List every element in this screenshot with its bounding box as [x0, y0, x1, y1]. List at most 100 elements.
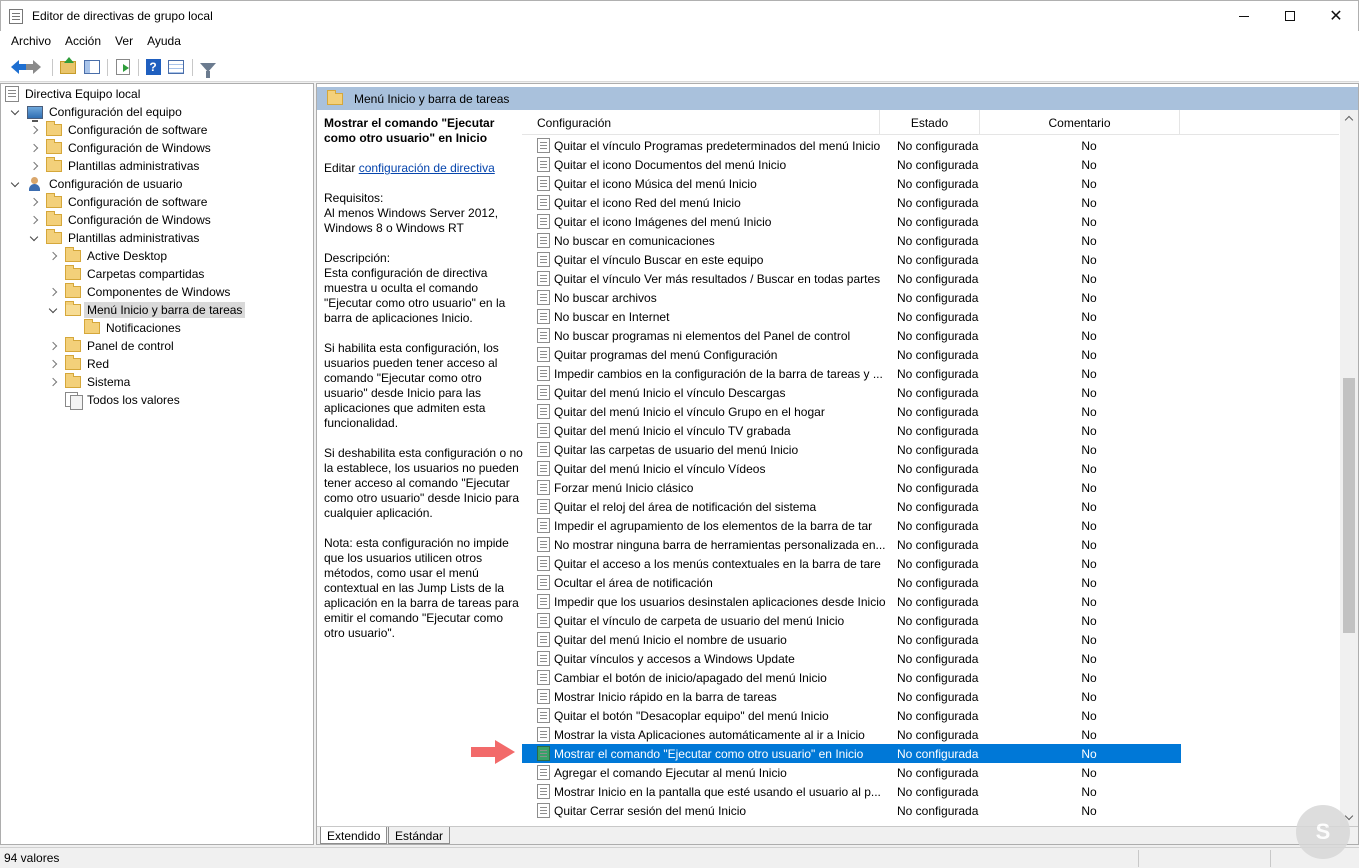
setting-name: Impedir cambios en la configuración de l… — [554, 366, 883, 381]
table-row[interactable]: No buscar programas ni elementos del Pan… — [522, 326, 1181, 345]
table-row[interactable]: Cambiar el botón de inicio/apagado del m… — [522, 668, 1181, 687]
table-row[interactable]: No buscar en comunicaciones No configurad… — [522, 231, 1181, 250]
tree-item[interactable]: Panel de control — [47, 337, 177, 355]
forward-button[interactable] — [26, 58, 46, 76]
table-row[interactable]: Mostrar Inicio rápido en la barra de tar… — [522, 687, 1181, 706]
help-button[interactable]: ? — [144, 58, 162, 76]
tab-estandar[interactable]: Estándar — [388, 827, 451, 844]
up-one-level-button[interactable] — [59, 56, 77, 76]
chevron-right-icon[interactable] — [28, 121, 40, 139]
table-row[interactable]: Quitar vínculos y accesos a Windows Upda… — [522, 649, 1181, 668]
tree-item[interactable]: Configuración de usuario — [9, 175, 185, 193]
export-list-button[interactable] — [114, 58, 132, 76]
scroll-thumb[interactable] — [1343, 378, 1355, 633]
table-row[interactable]: Quitar del menú Inicio el vínculo Descar… — [522, 383, 1181, 402]
menu-ayuda[interactable]: Ayuda — [140, 31, 188, 53]
column-header-estado[interactable]: Estado — [880, 110, 980, 135]
table-row[interactable]: Quitar el vínculo Buscar en este equipo N… — [522, 250, 1181, 269]
table-row[interactable]: Quitar el icono Imágenes del menú Inicio… — [522, 212, 1181, 231]
chevron-right-icon[interactable] — [47, 373, 59, 391]
chevron-down-icon[interactable] — [28, 229, 40, 247]
setting-comment: No — [1081, 480, 1097, 495]
tree-item[interactable]: Notificaciones — [66, 319, 184, 337]
table-row[interactable]: Mostrar Inicio en la pantalla que esté u… — [522, 782, 1181, 801]
tree-item[interactable]: Configuración de software — [28, 193, 210, 211]
edit-policy-link[interactable]: configuración de directiva — [359, 161, 495, 175]
tree-item[interactable]: Configuración de software — [28, 121, 210, 139]
filter-button[interactable] — [199, 58, 217, 78]
setting-name: No buscar en Internet — [554, 309, 670, 324]
tree-item[interactable]: Configuración de Windows — [28, 211, 214, 229]
tree-item[interactable]: Todos los valores — [47, 391, 183, 410]
table-row[interactable]: Quitar el icono Música del menú Inicio No… — [522, 174, 1181, 193]
show-hide-tree-button[interactable] — [83, 58, 101, 76]
chevron-down-icon[interactable] — [9, 175, 21, 193]
properties-button[interactable] — [167, 58, 185, 76]
table-row[interactable]: Quitar el vínculo Ver más resultados / B… — [522, 269, 1181, 288]
menu-ver[interactable]: Ver — [108, 31, 140, 53]
chevron-right-icon[interactable] — [47, 247, 59, 265]
table-row[interactable]: Impedir el agrupamiento de los elementos… — [522, 516, 1181, 535]
maximize-button[interactable] — [1267, 1, 1313, 31]
table-row[interactable]: Quitar el vínculo Programas predetermina… — [522, 136, 1181, 155]
tree-item[interactable]: Componentes de Windows — [47, 283, 233, 301]
scroll-up-button[interactable] — [1340, 110, 1358, 127]
chevron-right-icon[interactable] — [47, 355, 59, 373]
table-row[interactable]: Mostrar la vista Aplicaciones automática… — [522, 725, 1181, 744]
column-header-comentario[interactable]: Comentario — [980, 110, 1180, 135]
chevron-down-icon[interactable] — [9, 103, 21, 121]
back-button[interactable] — [6, 58, 26, 76]
table-row[interactable]: Quitar las carpetas de usuario del menú … — [522, 440, 1181, 459]
table-row[interactable]: Impedir cambios en la configuración de l… — [522, 364, 1181, 383]
table-row[interactable]: Quitar el icono Red del menú Inicio No co… — [522, 193, 1181, 212]
table-row[interactable]: Agregar el comando Ejecutar al menú Inic… — [522, 763, 1181, 782]
toolbar-separator — [138, 59, 139, 76]
chevron-right-icon[interactable] — [28, 211, 40, 229]
table-row[interactable]: Quitar el reloj del área de notificación… — [522, 497, 1181, 516]
tree-item[interactable]: Sistema — [47, 373, 133, 391]
table-row[interactable]: No buscar archivos No configurada No — [522, 288, 1181, 307]
tree-item-label: Componentes de Windows — [87, 285, 231, 299]
table-row[interactable]: Quitar el vínculo de carpeta de usuario … — [522, 611, 1181, 630]
chevron-down-icon[interactable] — [47, 301, 59, 319]
menu-accion[interactable]: Acción — [58, 31, 108, 53]
table-row[interactable]: Ocultar el área de notificación No config… — [522, 573, 1181, 592]
setting-comment: No — [1081, 803, 1097, 818]
tree-item[interactable]: Carpetas compartidas — [47, 265, 207, 283]
table-row[interactable]: Quitar el botón "Desacoplar equipo" del … — [522, 706, 1181, 725]
table-row[interactable]: Quitar el acceso a los menús contextuale… — [522, 554, 1181, 573]
vertical-scrollbar[interactable] — [1340, 110, 1358, 826]
tree-item[interactable]: Directiva Equipo local — [5, 85, 143, 103]
table-row[interactable]: No mostrar ninguna barra de herramientas… — [522, 535, 1181, 554]
table-row[interactable]: Quitar del menú Inicio el vínculo TV gra… — [522, 421, 1181, 440]
table-row[interactable]: Quitar del menú Inicio el vínculo Grupo … — [522, 402, 1181, 421]
table-row[interactable]: Forzar menú Inicio clásico No configurada… — [522, 478, 1181, 497]
policy-setting-icon — [537, 727, 550, 742]
chevron-right-icon[interactable] — [28, 157, 40, 175]
tree-item[interactable]: Active Desktop — [47, 247, 170, 265]
tree-item[interactable]: Configuración del equipo — [9, 103, 185, 122]
tree-item[interactable]: Plantillas administrativas — [28, 229, 202, 247]
minimize-button[interactable] — [1221, 1, 1267, 31]
tree-item[interactable]: Red — [47, 355, 112, 373]
table-row[interactable]: Quitar programas del menú Configuración N… — [522, 345, 1181, 364]
tab-extendido[interactable]: Extendido — [320, 827, 388, 844]
chevron-right-icon[interactable] — [47, 283, 59, 301]
chevron-right-icon[interactable] — [47, 337, 59, 355]
table-row[interactable]: No buscar en Internet No configurada No — [522, 307, 1181, 326]
tree-item[interactable]: Plantillas administrativas — [28, 157, 202, 175]
menu-archivo[interactable]: Archivo — [4, 31, 58, 53]
close-button[interactable]: ✕ — [1313, 1, 1359, 31]
table-row[interactable]: Quitar del menú Inicio el vínculo Vídeos… — [522, 459, 1181, 478]
table-row[interactable]: Mostrar el comando "Ejecutar como otro u… — [522, 744, 1181, 763]
tree-item[interactable]: Menú Inicio y barra de tareas — [47, 301, 246, 319]
table-row[interactable]: Impedir que los usuarios desinstalen apl… — [522, 592, 1181, 611]
tree-item[interactable]: Configuración de Windows — [28, 139, 214, 157]
chevron-right-icon[interactable] — [28, 139, 40, 157]
table-row[interactable]: Quitar del menú Inicio el nombre de usua… — [522, 630, 1181, 649]
policy-setting-icon — [537, 214, 550, 229]
chevron-right-icon[interactable] — [28, 193, 40, 211]
table-row[interactable]: Quitar el icono Documentos del menú Inic… — [522, 155, 1181, 174]
table-row[interactable]: Quitar Cerrar sesión del menú Inicio No c… — [522, 801, 1181, 820]
column-header-configuracion[interactable]: Configuración — [522, 110, 880, 135]
